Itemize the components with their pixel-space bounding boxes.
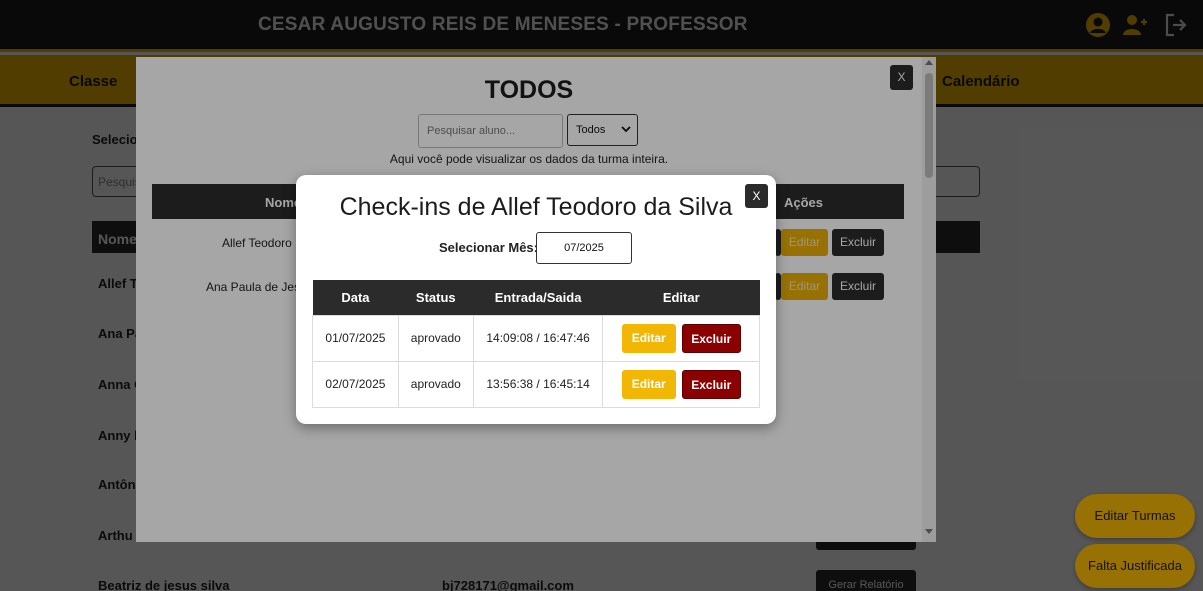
table-row: 01/07/2025 aprovado 14:09:08 / 16:47:46 …: [312, 314, 760, 362]
edit-checkin-button[interactable]: Editar: [621, 323, 676, 353]
delete-checkin-button[interactable]: Excluir: [681, 369, 741, 399]
table-row: 02/07/2025 aprovado 13:56:38 / 16:45:14 …: [312, 360, 760, 408]
checkin-actions: Editar Excluir: [602, 314, 760, 362]
checkin-date: 01/07/2025: [312, 314, 399, 362]
month-input[interactable]: 07/2025: [536, 232, 632, 264]
checkin-actions: Editar Excluir: [602, 360, 760, 408]
column-status: Status: [398, 280, 474, 315]
checkin-times: 14:09:08 / 16:47:46: [472, 314, 604, 362]
checkins-table: Data Status Entrada/Saida Editar 01/07/2…: [312, 280, 760, 408]
checkin-times: 13:56:38 / 16:45:14: [472, 360, 604, 408]
checkin-status: aprovado: [397, 314, 474, 362]
column-edit: Editar: [602, 280, 760, 315]
checkins-modal-title: Check-ins de Allef Teodoro da Silva: [339, 193, 733, 221]
checkin-date: 02/07/2025: [312, 360, 399, 408]
column-date: Data: [312, 280, 399, 315]
edit-checkin-button[interactable]: Editar: [621, 369, 676, 399]
checkin-status: aprovado: [397, 360, 474, 408]
delete-checkin-button[interactable]: Excluir: [681, 323, 741, 353]
column-entry-exit: Entrada/Saida: [473, 280, 603, 315]
checkins-table-header: Data Status Entrada/Saida Editar: [312, 280, 760, 315]
month-select-label: Selecionar Mês:: [439, 240, 538, 255]
